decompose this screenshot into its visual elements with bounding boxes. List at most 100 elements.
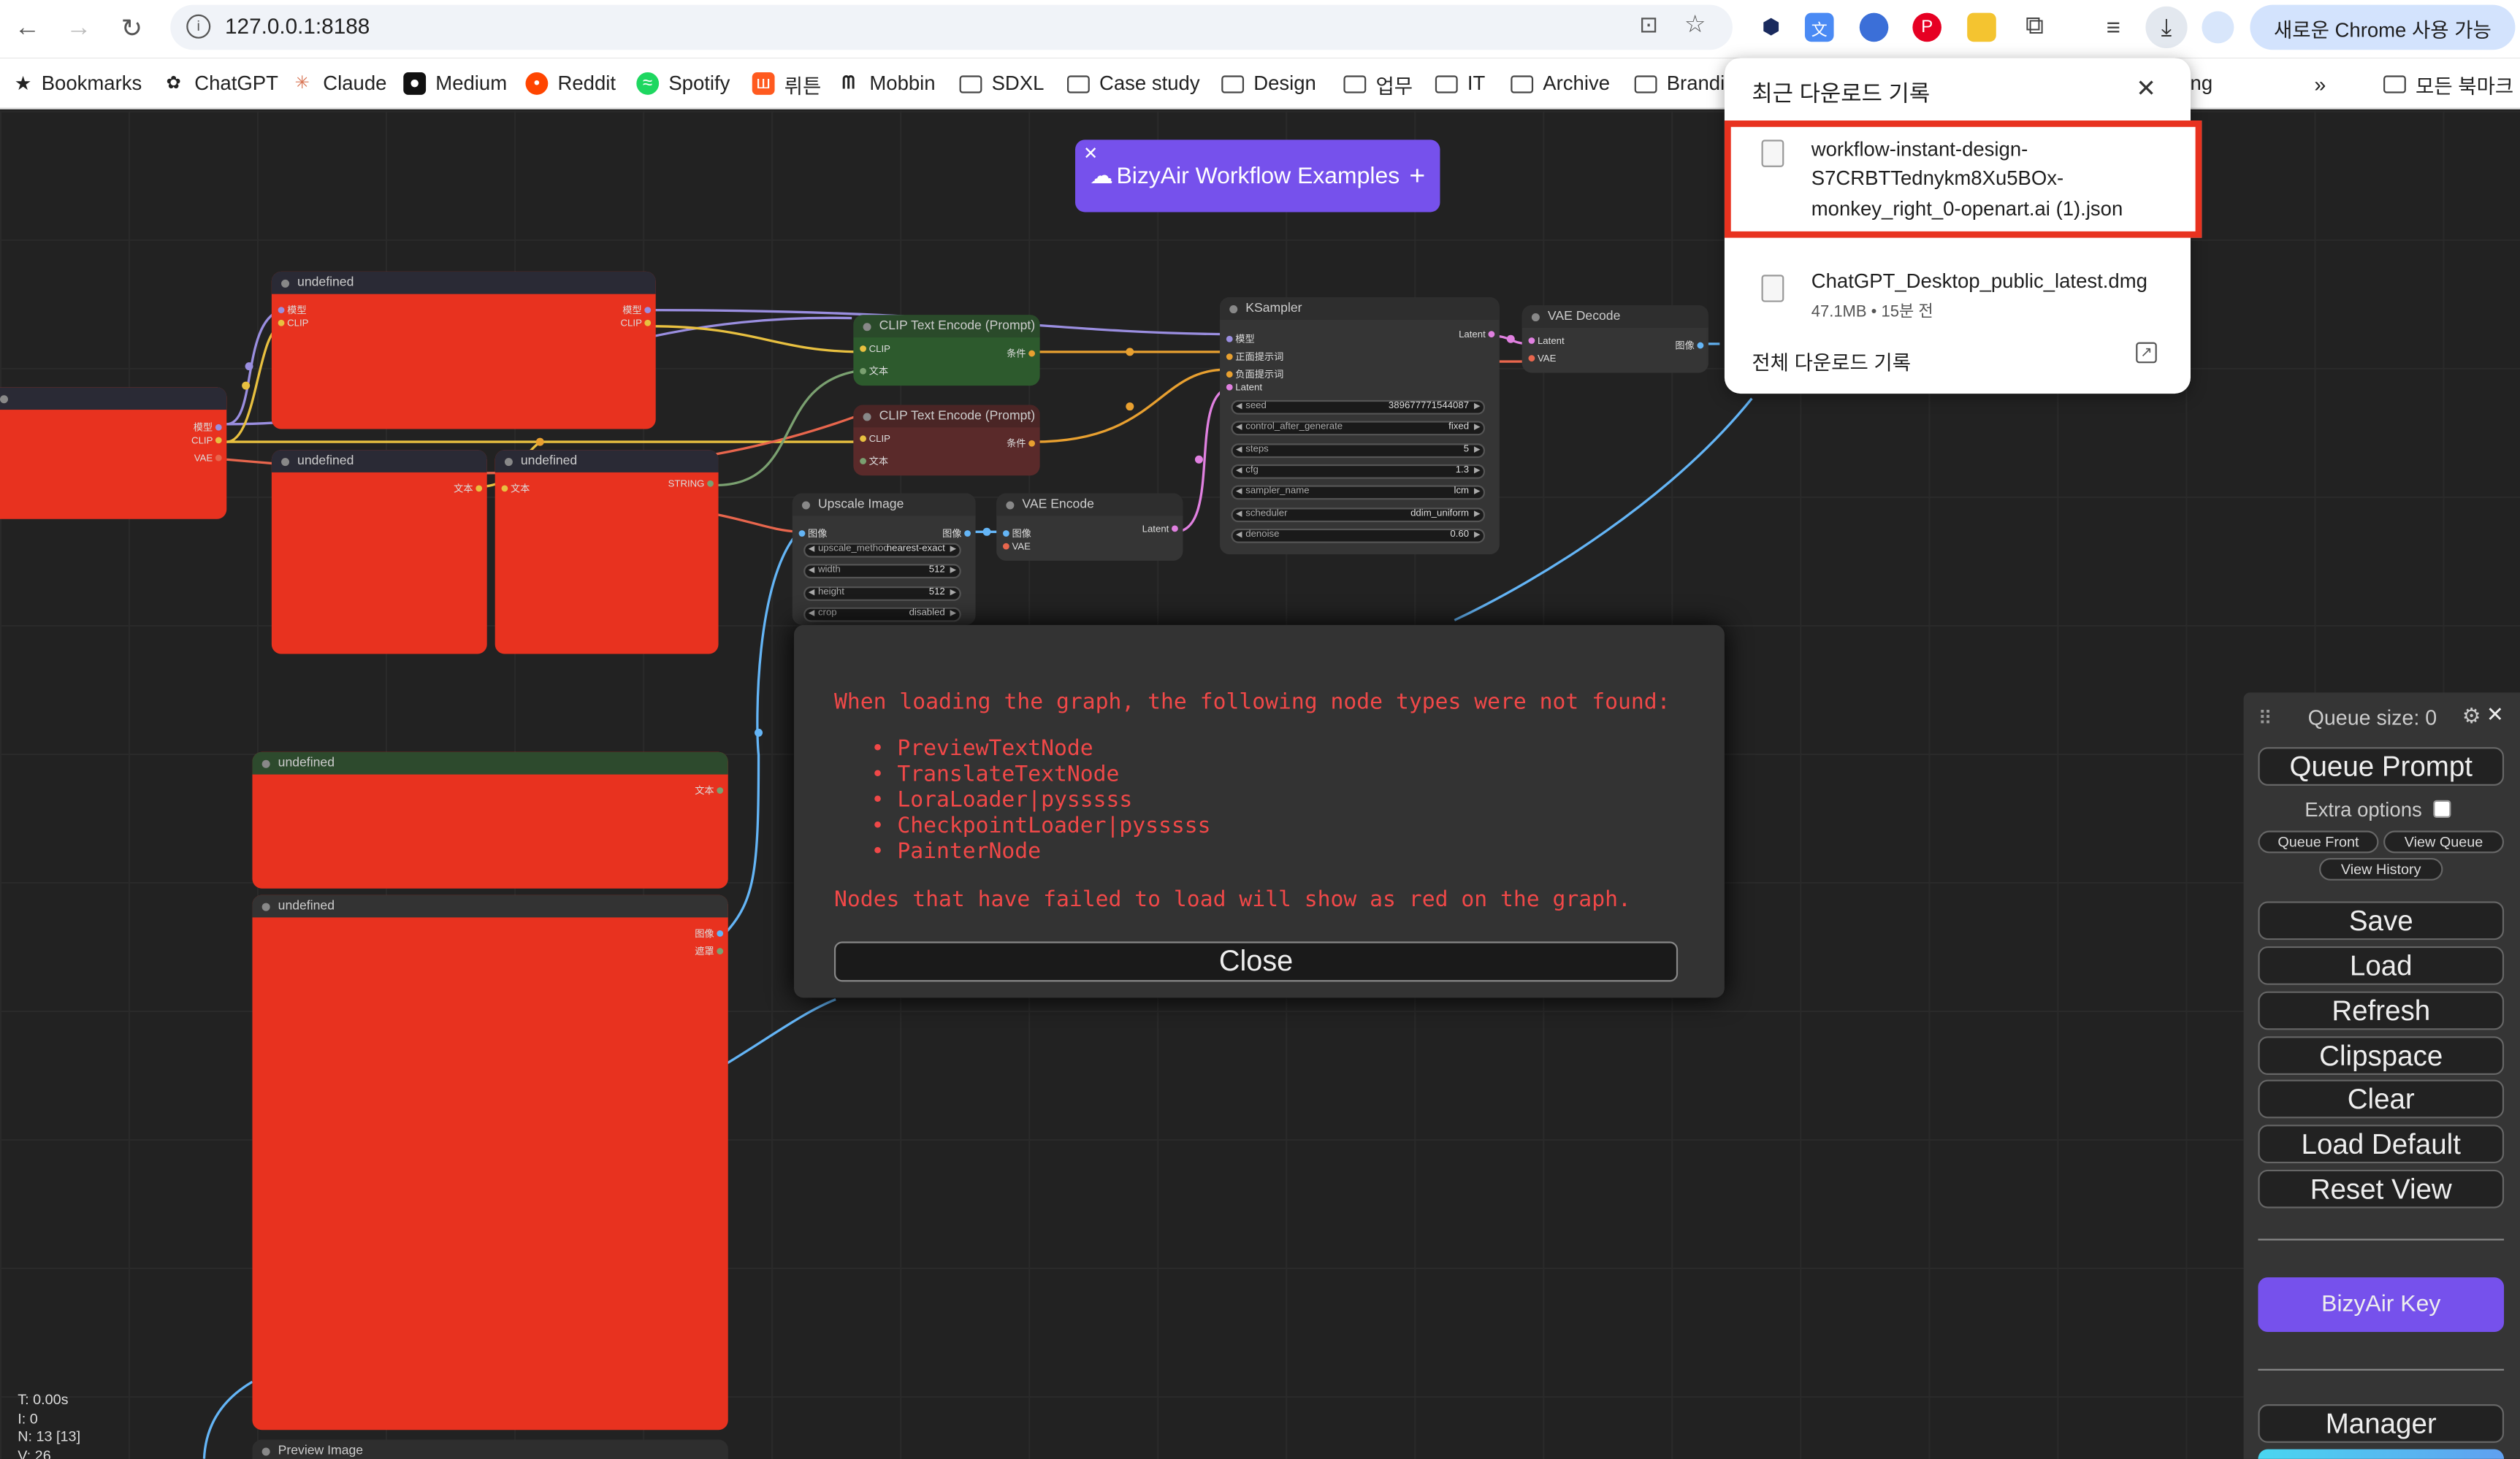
close-icon[interactable]: ✕ (1083, 143, 1098, 164)
node-title[interactable]: undefined (495, 450, 719, 472)
output-latent-port[interactable]: Latent (1142, 525, 1178, 535)
input-image-port[interactable]: 图像 (1002, 525, 1031, 540)
lora-loader-node[interactable]: undefined 模型 CLIP 模型 CLIP (271, 271, 656, 429)
reroute-dot[interactable] (245, 362, 253, 371)
output-mask-port[interactable]: 遮罩 (695, 943, 724, 957)
output-string-port[interactable]: STRING (668, 480, 714, 490)
save-button[interactable]: Save (2258, 901, 2505, 941)
clip-text-encode-positive[interactable]: CLIP Text Encode (Prompt) CLIP 文本 条件 (853, 315, 1040, 386)
reroute-dot[interactable] (535, 437, 544, 446)
missing-node-2[interactable]: undefined 文本 STRING (495, 450, 719, 654)
missing-node-3[interactable]: undefined 文本 (252, 751, 728, 889)
reset-view-button[interactable]: Reset View (2258, 1169, 2505, 1209)
denoise-widget[interactable]: denoise0.60 (1231, 528, 1486, 543)
node-title[interactable]: VAE Encode (996, 493, 1183, 516)
node-title[interactable]: undefined (271, 271, 656, 294)
close-icon[interactable]: ✕ (2136, 74, 2156, 102)
output-clip-port[interactable]: CLIP (191, 437, 222, 447)
output-model-port[interactable]: 模型 (194, 419, 222, 434)
queue-prompt-button[interactable]: Queue Prompt (2258, 747, 2505, 786)
open-external-icon[interactable]: ↗ (2136, 342, 2157, 364)
input-latent-port[interactable]: Latent (1528, 337, 1565, 347)
bizyair-key-button[interactable]: BizyAir Key (2258, 1277, 2505, 1333)
crop-widget[interactable]: cropdisabled (803, 607, 961, 622)
output-conditioning-port[interactable]: 条件 (1007, 345, 1035, 360)
reroute-dot[interactable] (755, 728, 763, 737)
input-text-port[interactable]: 文本 (501, 480, 530, 495)
output-latent-port[interactable]: Latent (1459, 331, 1495, 340)
reroute-dot[interactable] (242, 381, 251, 390)
load-default-button[interactable]: Load Default (2258, 1125, 2505, 1164)
reroute-dot[interactable] (1126, 348, 1134, 356)
reroute-dot[interactable] (1194, 455, 1203, 464)
vae-encode-node[interactable]: VAE Encode 图像 VAE Latent (996, 493, 1183, 561)
vae-decode-node[interactable]: VAE Decode Latent VAE 图像 (1521, 305, 1708, 373)
settings-gear-icon[interactable]: ⚙ (2462, 704, 2481, 730)
input-clip-port[interactable]: CLIP (860, 345, 890, 355)
view-queue-button[interactable]: View Queue (2383, 830, 2505, 854)
node-title[interactable]: Preview Image (252, 1439, 728, 1459)
queue-front-button[interactable]: Queue Front (2258, 830, 2379, 854)
manager-button[interactable]: Manager (2258, 1404, 2505, 1443)
clip-text-encode-negative[interactable]: CLIP Text Encode (Prompt) CLIP 文本 条件 (853, 405, 1040, 476)
control-after-generate-widget[interactable]: control_after_generatefixed (1231, 421, 1486, 436)
output-image-port[interactable]: 图像 (1675, 337, 1704, 352)
load-button[interactable]: Load (2258, 946, 2505, 985)
output-text-port[interactable]: 文本 (695, 783, 724, 797)
painter-node[interactable]: undefined 图像 遮罩 (252, 895, 728, 1431)
output-text-port[interactable]: 文本 (454, 480, 483, 495)
missing-node-1[interactable]: undefined 文本 (271, 450, 487, 654)
clipspace-button[interactable]: Clipspace (2258, 1036, 2505, 1076)
node-title[interactable]: CLIP Text Encode (Prompt) (853, 405, 1040, 428)
node-title-bar[interactable] (0, 387, 227, 410)
node-title[interactable]: undefined (252, 751, 728, 775)
view-history-button[interactable]: View History (2319, 857, 2443, 881)
reroute-dot[interactable] (1126, 402, 1134, 411)
node-title[interactable]: KSampler (1220, 297, 1500, 320)
close-panel-icon[interactable]: ✕ (2486, 702, 2504, 728)
sampler-name-widget[interactable]: sampler_namelcm (1231, 485, 1486, 500)
output-image-port[interactable]: 图像 (942, 525, 971, 540)
ksampler-node[interactable]: KSampler 模型 正面提示词 负面提示词 Latent Latent se… (1220, 297, 1500, 555)
bizyair-workflow-examples-button[interactable]: ✕ ☁ BizyAir Workflow Examples + (1075, 139, 1440, 212)
input-vae-port[interactable]: VAE (1002, 543, 1031, 553)
node-title[interactable]: undefined (252, 895, 728, 918)
upscale-method-widget[interactable]: upscale_methodnearest-exact (803, 543, 961, 558)
width-widget[interactable]: width512 (803, 564, 961, 579)
input-vae-port[interactable]: VAE (1528, 355, 1556, 364)
all-downloads-link[interactable]: 전체 다운로드 기록 (1752, 345, 1911, 376)
input-model-port[interactable]: 模型 (278, 302, 307, 316)
extra-options-checkbox[interactable] (2433, 800, 2451, 818)
input-image-port[interactable]: 图像 (798, 525, 827, 540)
input-text-port[interactable]: 文本 (860, 453, 888, 467)
steps-widget[interactable]: steps5 (1231, 443, 1486, 459)
checkpoint-loader-node[interactable]: 模型 CLIP VAE (0, 387, 227, 519)
node-title[interactable]: undefined (271, 450, 487, 472)
input-latent-port[interactable]: Latent (1226, 384, 1262, 394)
output-model-port[interactable]: 模型 (622, 302, 652, 316)
node-title[interactable]: CLIP Text Encode (Prompt) (853, 315, 1040, 338)
close-button[interactable]: Close (833, 941, 1679, 982)
output-vae-port[interactable]: VAE (194, 455, 222, 464)
preview-image-node[interactable]: Preview Image (252, 1439, 728, 1459)
scheduler-widget[interactable]: schedulerddim_uniform (1231, 508, 1486, 523)
input-negative-port[interactable]: 负面提示词 (1226, 367, 1283, 380)
input-clip-port[interactable]: CLIP (278, 320, 308, 329)
seed-widget[interactable]: seed389677771544087 (1231, 399, 1486, 415)
input-model-port[interactable]: 模型 (1226, 331, 1255, 345)
node-title[interactable]: VAE Decode (1521, 305, 1708, 328)
refresh-button[interactable]: Refresh (2258, 991, 2505, 1030)
download-item-dmg[interactable]: ChatGPT_Desktop_public_latest.dmg 47.1MB… (1725, 256, 2191, 321)
output-clip-port[interactable]: CLIP (621, 320, 652, 329)
input-clip-port[interactable]: CLIP (860, 435, 890, 445)
node-title[interactable]: Upscale Image (792, 493, 976, 516)
reroute-dot[interactable] (982, 527, 991, 536)
reroute-dot[interactable] (1506, 334, 1515, 343)
clear-button[interactable]: Clear (2258, 1079, 2505, 1119)
upscale-image-node[interactable]: Upscale Image 图像 图像 upscale_methodneares… (792, 493, 976, 625)
drag-handle-icon[interactable]: ⠿ (2258, 707, 2272, 730)
height-widget[interactable]: height512 (803, 586, 961, 601)
output-image-port[interactable]: 图像 (695, 925, 724, 940)
input-text-port[interactable]: 文本 (860, 363, 888, 378)
cfg-widget[interactable]: cfg1.3 (1231, 464, 1486, 479)
